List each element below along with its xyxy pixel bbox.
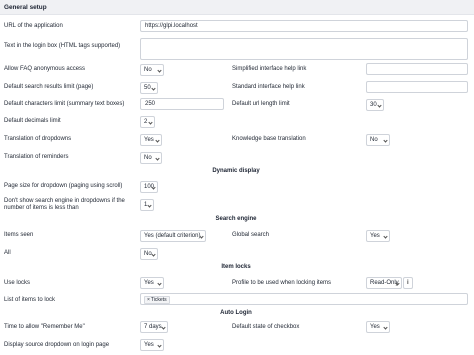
use-locks-select[interactable]: Yes — [140, 277, 164, 289]
reminder-translation-select[interactable]: No — [140, 152, 162, 164]
chevron-down-icon — [147, 203, 152, 208]
profile-lock-label: Profile to be used when locking items — [232, 280, 332, 286]
tag-label: Tickets — [150, 297, 167, 303]
items-seen-label: Items seen — [4, 232, 34, 238]
items-seen-select[interactable]: Yes (default criterion) — [140, 230, 206, 242]
chevron-down-icon — [383, 234, 388, 239]
simplified-help-input[interactable] — [366, 63, 468, 75]
chevron-down-icon — [377, 103, 382, 108]
section-title: General setup — [4, 4, 47, 11]
chevron-down-icon — [157, 343, 162, 348]
dropdown-translation-value: Yes — [144, 137, 154, 143]
info-icon: i — [407, 280, 409, 286]
profile-lock-value: Read-Only — [370, 280, 399, 286]
login-text-textarea[interactable] — [140, 38, 468, 60]
section-title-search-engine: Search engine — [215, 216, 257, 222]
tag-tickets: ×Tickets — [144, 296, 170, 304]
checkbox-default-select[interactable]: Yes — [366, 321, 390, 333]
remember-me-value: 7 days — [144, 324, 162, 330]
faq-label: Allow FAQ anonymous access — [4, 66, 86, 72]
use-locks-value: Yes — [144, 280, 154, 286]
global-search-label: Global search — [232, 232, 270, 238]
chevron-down-icon — [383, 325, 388, 330]
section-title-item-locks: Item locks — [221, 264, 251, 270]
chevron-down-icon — [155, 138, 160, 143]
dropdown-translation-label: Translation of dropdowns — [4, 136, 72, 142]
url-length-value: 30 — [370, 102, 377, 108]
standard-help-label: Standard interface help link — [232, 84, 305, 90]
page-size-select[interactable]: 100 — [140, 181, 158, 193]
chevron-down-icon — [151, 86, 156, 91]
url-label: URL of the application — [4, 23, 63, 29]
faq-value: No — [144, 67, 152, 73]
profile-info-button[interactable]: i — [403, 277, 413, 289]
items-seen-value: Yes (default criterion) — [144, 233, 201, 239]
decimals-select[interactable]: 2 — [140, 116, 155, 128]
all-select[interactable]: No — [140, 248, 158, 260]
standard-help-input[interactable] — [366, 81, 468, 93]
kb-translation-value: No — [370, 137, 378, 143]
source-dropdown-value: Yes — [144, 342, 154, 348]
kb-translation-select[interactable]: No — [366, 134, 390, 146]
all-label: All — [4, 250, 11, 256]
url-length-label: Default url length limit — [232, 101, 290, 107]
chevron-down-icon — [148, 120, 153, 125]
url-length-select[interactable]: 30 — [366, 99, 384, 111]
global-search-select[interactable]: Yes — [366, 230, 390, 242]
global-search-value: Yes — [370, 233, 380, 239]
items-to-lock-label: List of items to lock — [4, 297, 56, 303]
chevron-down-icon — [151, 252, 156, 257]
section-header-general-setup: General setup — [0, 0, 474, 15]
search-limit-value: 50 — [144, 85, 151, 91]
chevron-down-icon — [155, 156, 160, 161]
chevron-down-icon — [157, 281, 162, 286]
chevron-down-icon — [199, 234, 204, 239]
page-size-label: Page size for dropdown (paging using scr… — [4, 183, 123, 189]
search-limit-label: Default search results limit (page) — [4, 84, 94, 90]
decimals-value: 2 — [144, 119, 148, 125]
char-limit-label: Default characters limit (summary text b… — [4, 101, 125, 107]
reminder-translation-value: No — [144, 155, 152, 161]
char-limit-input[interactable]: 250 — [140, 98, 224, 110]
chevron-down-icon — [151, 185, 156, 190]
simplified-help-label: Simplified interface help link — [232, 66, 307, 72]
profile-lock-select[interactable]: Read-Only — [366, 277, 402, 289]
items-to-lock-multiselect[interactable]: ×Tickets — [140, 293, 468, 305]
tag-remove-icon[interactable]: × — [147, 297, 150, 303]
faq-select[interactable]: No — [140, 64, 164, 76]
dropdown-translation-select[interactable]: Yes — [140, 134, 162, 146]
hide-search-select[interactable]: 1 — [140, 199, 154, 211]
remember-me-label: Time to allow "Remember Me" — [4, 324, 85, 330]
reminder-translation-label: Translation of reminders — [4, 154, 69, 160]
url-input[interactable]: https://glpi.localhost — [140, 20, 468, 32]
source-dropdown-select[interactable]: Yes — [140, 339, 164, 351]
chevron-down-icon — [383, 138, 388, 143]
section-title-auto-login: Auto Login — [220, 310, 252, 316]
checkbox-default-label: Default state of checkbox — [232, 324, 300, 330]
kb-translation-label: Knowledge base translation — [232, 136, 306, 142]
login-text-label: Text in the login box (HTML tags support… — [4, 43, 121, 49]
source-dropdown-label: Display source dropdown on login page — [4, 342, 110, 348]
search-limit-select[interactable]: 50 — [140, 82, 158, 94]
hide-search-label: Don't show search engine in dropdowns if… — [4, 198, 125, 211]
decimals-label: Default decimals limit — [4, 118, 61, 124]
checkbox-default-value: Yes — [370, 324, 380, 330]
chevron-down-icon — [161, 325, 166, 330]
use-locks-label: Use locks — [4, 280, 31, 286]
remember-me-select[interactable]: 7 days — [140, 321, 168, 333]
section-title-dynamic-display: Dynamic display — [212, 168, 260, 174]
chevron-down-icon — [157, 68, 162, 73]
chevron-down-icon — [395, 281, 400, 286]
